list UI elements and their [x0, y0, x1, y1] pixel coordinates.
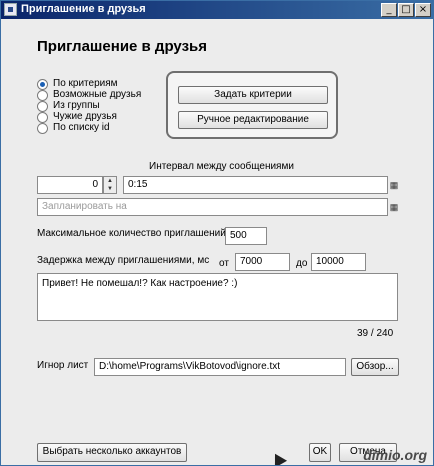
delay-to-input[interactable]: 10000 — [311, 253, 366, 271]
delay-from-input[interactable]: 7000 — [235, 253, 290, 271]
ok-button[interactable]: OK — [309, 443, 331, 462]
count-stepper[interactable]: ▲ ▼ — [103, 176, 117, 194]
arrow-down-icon[interactable]: ▼ — [104, 185, 116, 193]
schedule-input[interactable]: Запланировать на — [37, 198, 388, 216]
title-bar[interactable]: Приглашение в друзья _ □ × — [1, 1, 433, 19]
criteria-group: Задать критерии Ручное редактирование — [166, 71, 338, 139]
calendar-icon[interactable]: ▦ — [388, 177, 400, 193]
dialog-content: Приглашение в друзья По критериям Возмож… — [7, 25, 428, 465]
message-char-counter: 39 / 240 — [357, 328, 394, 339]
select-accounts-button[interactable]: Выбрать несколько аккаунтов — [37, 443, 187, 462]
radio-button-selected[interactable] — [37, 79, 48, 90]
page-title: Приглашение в друзья — [37, 38, 207, 55]
delay-from-label: от — [219, 258, 229, 269]
ignore-path-input[interactable]: D:\home\Programs\VikBotovod\ignore.txt — [94, 358, 346, 376]
delay-label: Задержка между приглашениями, мс — [37, 255, 210, 266]
radio-button[interactable] — [37, 112, 48, 123]
minimize-button[interactable]: _ — [381, 3, 397, 17]
arrow-up-icon[interactable]: ▲ — [104, 177, 116, 185]
interval-label: Интервал между сообщениями — [149, 161, 294, 172]
radio-button[interactable] — [37, 101, 48, 112]
browse-button[interactable]: Обзор... — [351, 358, 399, 376]
ignore-list-label: Игнор лист — [37, 360, 89, 371]
max-invites-label: Максимальное количество приглашений — [37, 228, 226, 239]
maximize-button[interactable]: □ — [398, 3, 414, 17]
manual-edit-button[interactable]: Ручное редактирование — [178, 111, 328, 129]
window-title: Приглашение в друзья — [21, 3, 146, 15]
radio-button[interactable] — [37, 123, 48, 134]
radio-label: По списку id — [53, 122, 110, 133]
interval-time-input[interactable]: 0:15 — [123, 176, 388, 194]
radio-button[interactable] — [37, 90, 48, 101]
schedule-placeholder: Запланировать на — [42, 201, 127, 212]
max-invites-input[interactable]: 500 — [225, 227, 267, 245]
close-button[interactable]: × — [415, 3, 431, 17]
message-textarea[interactable]: Привет! Не помешал!? Как настроение? :) — [37, 273, 398, 321]
interval-count-input[interactable]: 0 — [37, 176, 103, 194]
watermark: dimio.org — [363, 447, 427, 463]
invite-dialog-window: Приглашение в друзья _ □ × Приглашение в… — [0, 0, 434, 466]
delay-to-label: до — [296, 258, 308, 269]
app-icon — [4, 3, 17, 16]
set-criteria-button[interactable]: Задать критерии — [178, 86, 328, 104]
calendar-icon[interactable]: ▦ — [388, 199, 400, 215]
